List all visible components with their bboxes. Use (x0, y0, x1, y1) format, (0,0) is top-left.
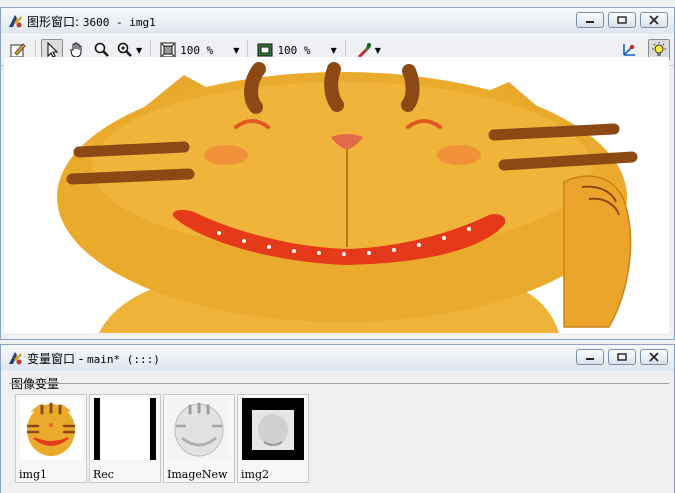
variable-name: img1 (19, 468, 47, 481)
close-button[interactable] (640, 12, 668, 28)
thumb-image (94, 398, 156, 460)
variable-window-title: 变量窗口 - main* (:::) (27, 350, 160, 367)
variable-name: ImageNew (167, 468, 228, 481)
thumb-image (20, 398, 82, 460)
variable-title-suffix: main* (:::) (86, 352, 160, 366)
variable-name: img2 (241, 468, 269, 481)
fit-window-icon (160, 42, 176, 58)
select-arrow-icon (47, 42, 59, 58)
minimize-button[interactable] (576, 349, 604, 365)
image-variables-group: img1 Rec ImageNew img2 (9, 383, 669, 483)
restore-button[interactable] (608, 12, 636, 28)
restore-icon (617, 16, 627, 24)
graphics-window-title: 图形窗口: 3600 - img1 (27, 13, 156, 30)
zoom-right-value: 100 % (277, 43, 311, 57)
chevron-down-icon[interactable]: ▼ (331, 46, 337, 55)
chevron-down-icon[interactable]: ▼ (233, 46, 239, 55)
minimize-button[interactable] (576, 12, 604, 28)
close-icon (649, 352, 659, 362)
image-canvas[interactable] (4, 57, 669, 333)
variable-window: 变量窗口 - main* (:::) 图像变量 img1 Rec ImageNe… (0, 344, 675, 493)
variable-thumb-rec[interactable]: Rec (89, 394, 161, 483)
restore-button[interactable] (608, 349, 636, 365)
thumb-image (168, 398, 230, 460)
variable-thumb-imagenew[interactable]: ImageNew (163, 394, 235, 483)
variable-name: Rec (93, 468, 114, 481)
variable-title-prefix: 变量窗口 - (27, 351, 87, 366)
graphics-title-suffix: 3600 - img1 (82, 15, 156, 29)
thumb-image (242, 398, 304, 460)
chevron-down-icon[interactable]: ▼ (136, 46, 142, 55)
restore-icon (617, 353, 627, 361)
app-icon (9, 15, 22, 28)
minimize-icon (586, 358, 594, 360)
zoom-left-value: 100 % (180, 43, 214, 57)
variable-thumb-img2[interactable]: img2 (237, 394, 309, 483)
close-icon (649, 15, 659, 25)
close-button[interactable] (640, 349, 668, 365)
minimize-icon (586, 21, 594, 23)
graphics-title-prefix: 图形窗口: (27, 14, 83, 29)
fit-image-icon (257, 43, 273, 57)
variable-window-titlebar[interactable]: 变量窗口 - main* (:::) (1, 345, 674, 371)
chevron-down-icon[interactable]: ▼ (375, 46, 381, 55)
app-icon (9, 352, 22, 365)
graphics-window-titlebar[interactable]: 图形窗口: 3600 - img1 (1, 8, 674, 34)
cat-image (57, 62, 638, 333)
variable-thumb-img1[interactable]: img1 (15, 394, 87, 483)
